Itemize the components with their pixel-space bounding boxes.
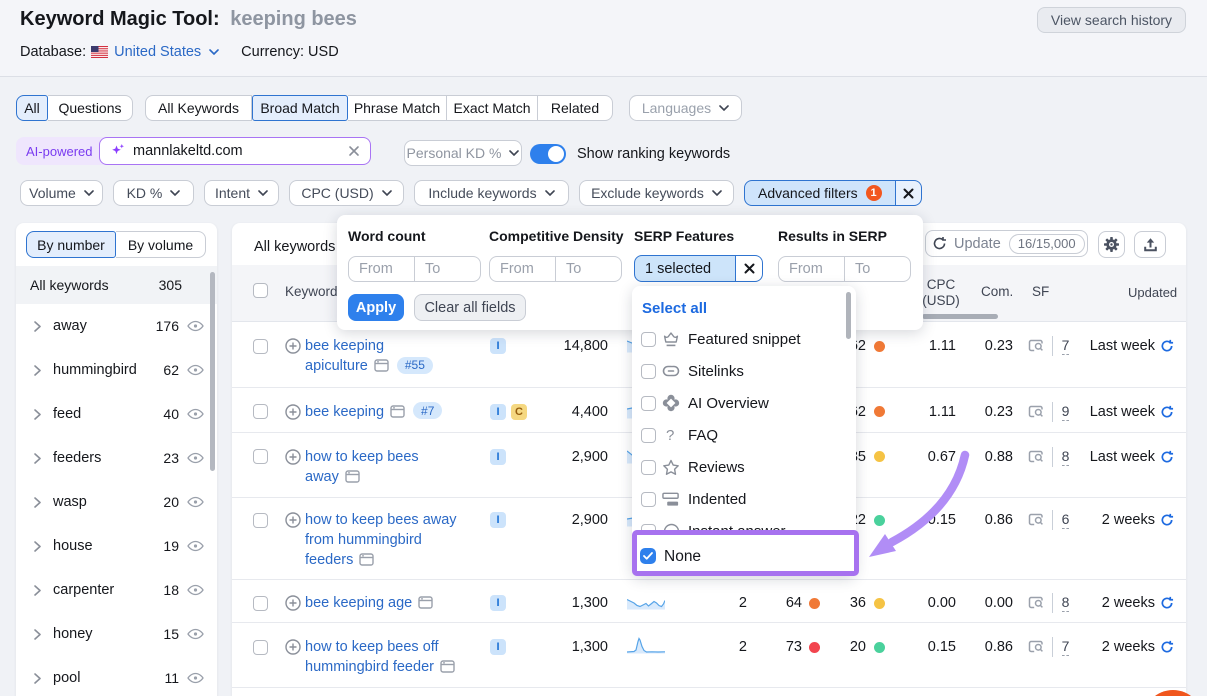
svg-text:?: ? [666, 427, 674, 444]
